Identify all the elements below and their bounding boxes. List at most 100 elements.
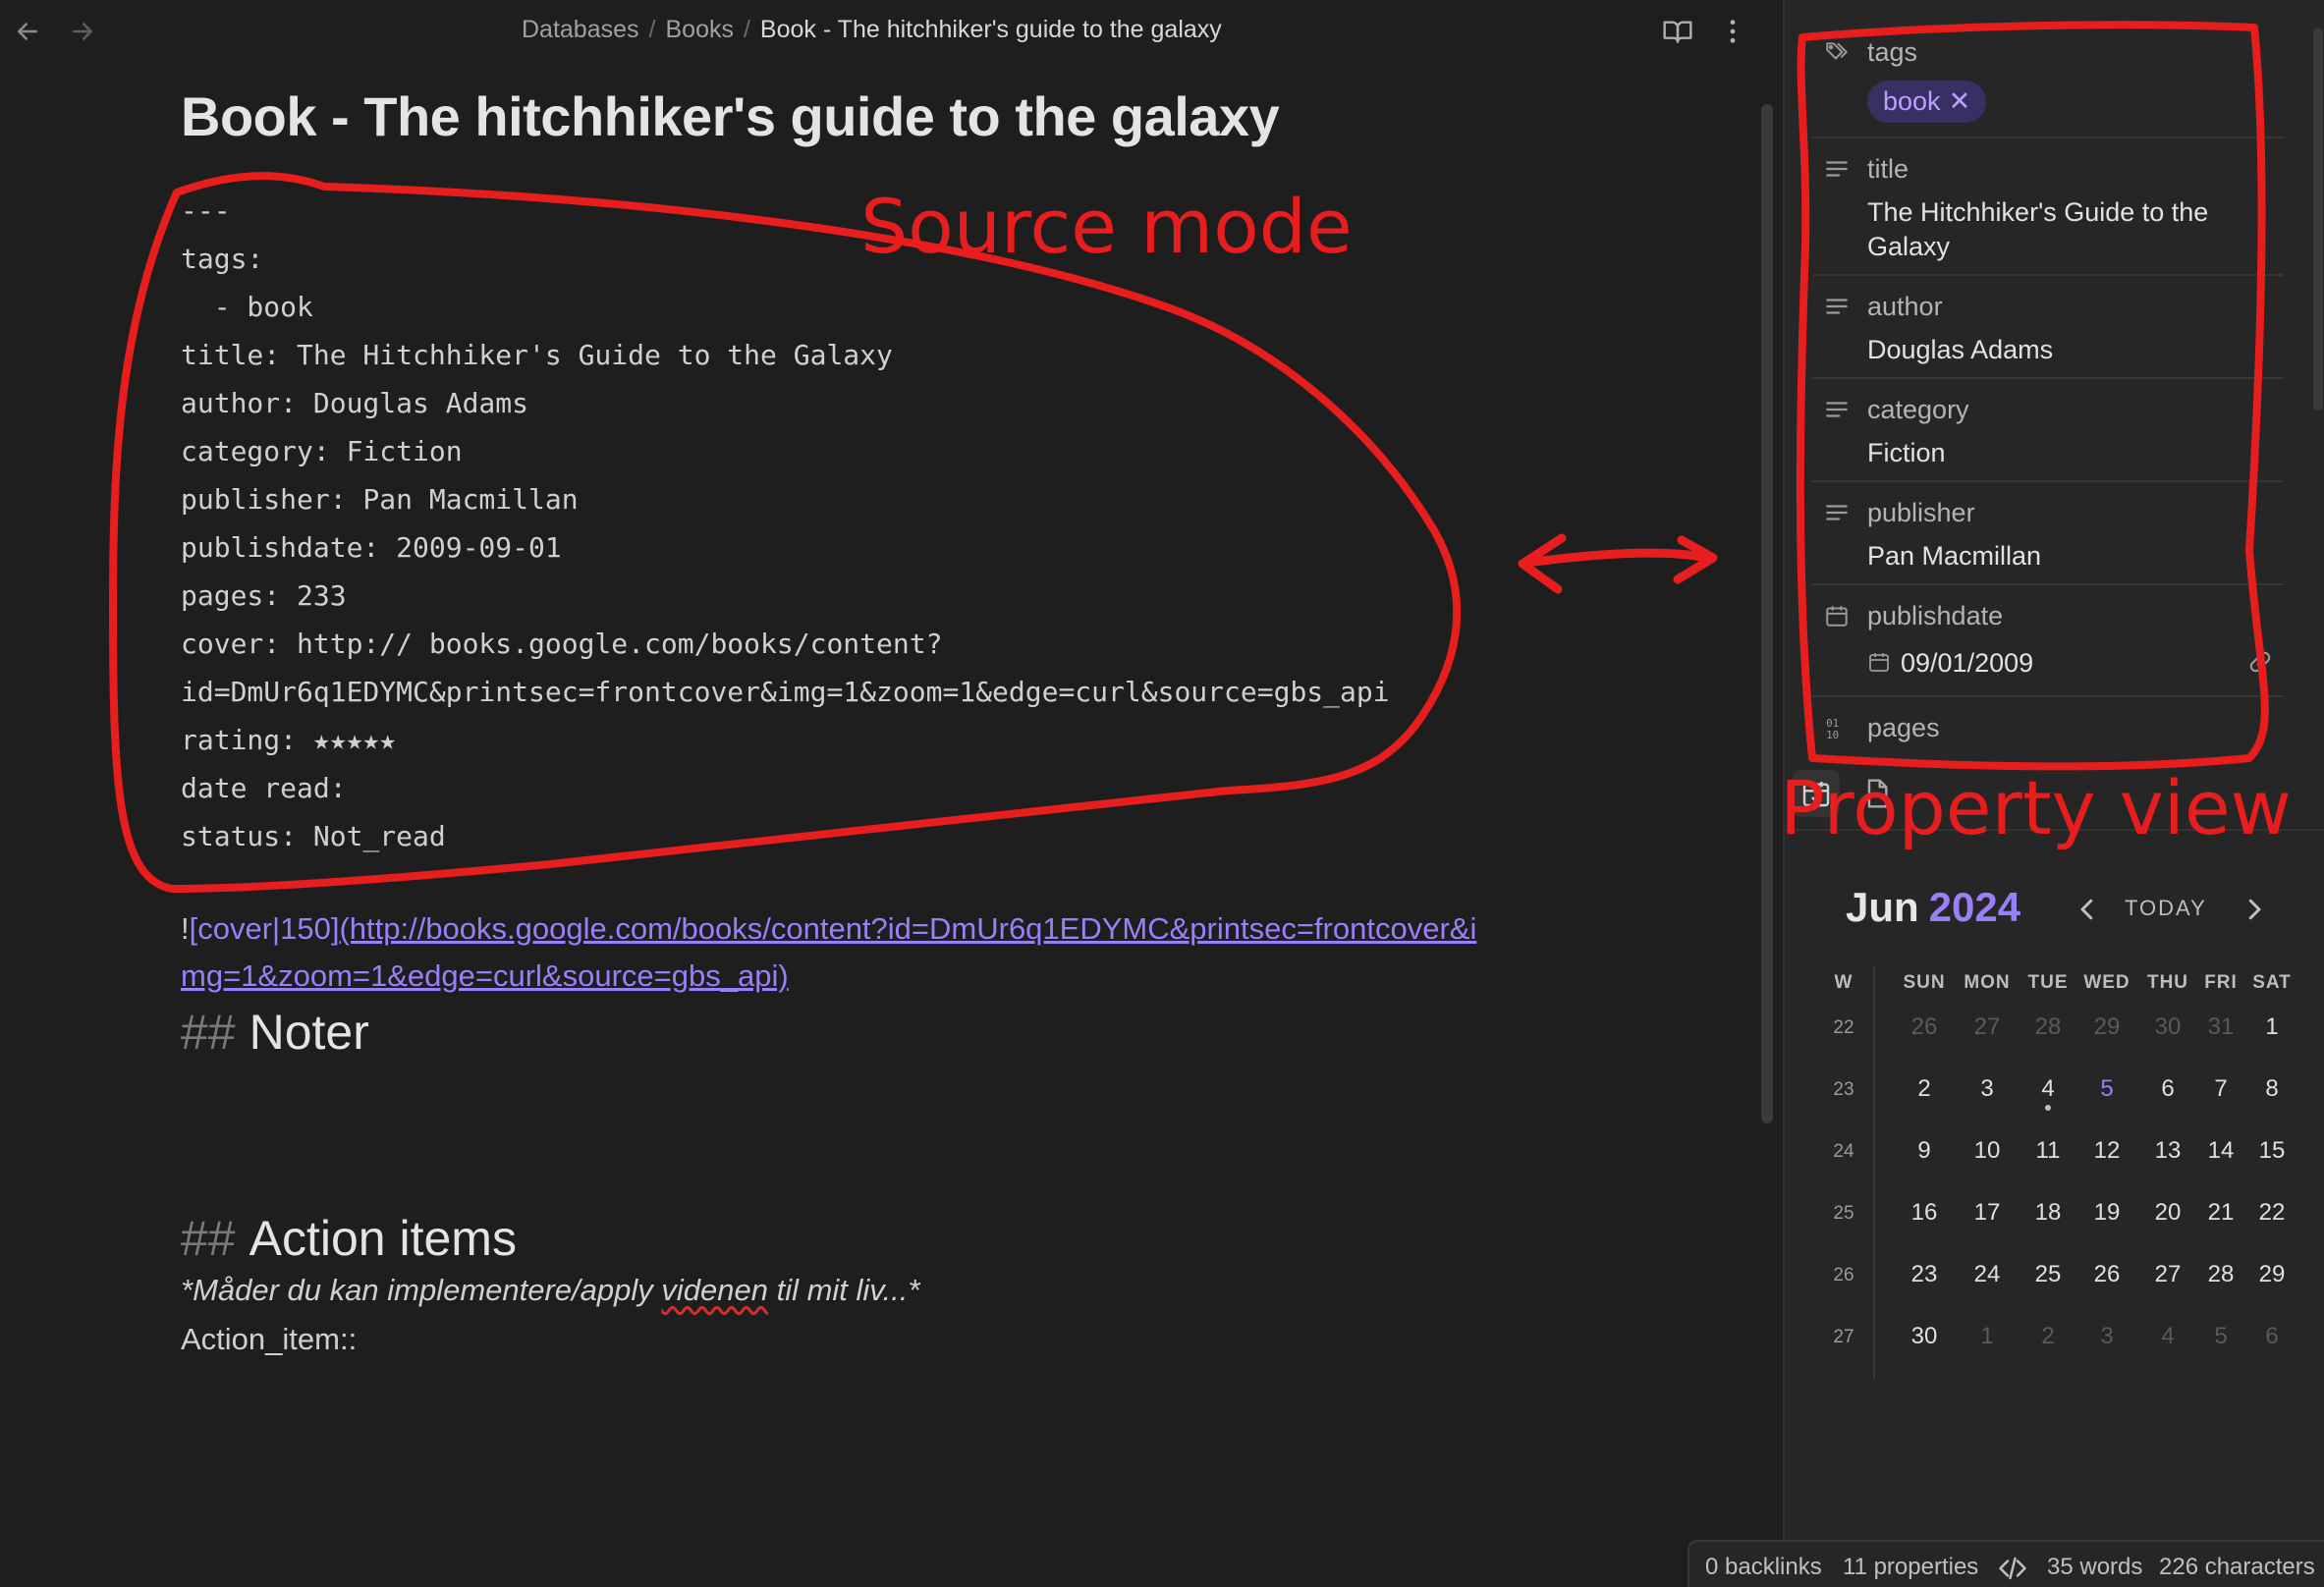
calendar-day[interactable]: 1 (1958, 1323, 2017, 1350)
embed-link-text[interactable]: [cover|150] (190, 911, 340, 946)
frontmatter-line: rating: ★★★★★ (181, 724, 397, 756)
calendar-day[interactable]: 16 (1895, 1199, 1954, 1227)
cover-image-embed[interactable]: ![cover|150](http://books.google.com/boo… (181, 905, 1556, 1000)
calendar-small-icon[interactable] (1867, 650, 1891, 674)
calendar-day[interactable]: 4 (2138, 1323, 2197, 1350)
frontmatter-line: date read: (181, 772, 347, 804)
property-value[interactable]: The Hitchhiker's Guide to the Galaxy (1812, 195, 2284, 274)
calendar-day[interactable]: 28 (2191, 1261, 2250, 1288)
calendar-day[interactable]: 12 (2077, 1137, 2136, 1165)
calendar-day[interactable]: 11 (2019, 1137, 2077, 1165)
property-key[interactable]: category (1812, 385, 2284, 436)
back-arrow-icon[interactable] (8, 12, 47, 51)
calendar-day[interactable]: 24 (1958, 1261, 2017, 1288)
weekday-label: WED (2083, 972, 2130, 993)
property-pages: 01 10 pages (1812, 703, 2284, 754)
calendar-day[interactable]: 13 (2138, 1137, 2197, 1165)
day-number: 6 (2265, 1323, 2279, 1349)
calendar-day[interactable]: 27 (1958, 1013, 2017, 1041)
embed-url-continued[interactable]: mg=1&zoom=1&edge=curl&source=gbs_api) (181, 958, 789, 993)
calendar-day[interactable]: 5 (2077, 1075, 2136, 1103)
calendar-day[interactable]: 20 (2138, 1199, 2197, 1227)
action-item-line[interactable]: Action_item:: (181, 1322, 357, 1357)
day-number: 14 (2207, 1137, 2235, 1164)
reading-view-book-icon[interactable] (1658, 12, 1697, 51)
property-key[interactable]: author (1812, 282, 2284, 333)
property-value[interactable]: Fiction (1812, 436, 2284, 480)
calendar-day[interactable]: 4 (2019, 1075, 2077, 1111)
page-title[interactable]: Book - The hitchhiker's guide to the gal… (181, 84, 1280, 148)
properties-count[interactable]: 11 properties (1843, 1554, 1978, 1581)
property-value[interactable]: book ✕ (1812, 79, 2284, 137)
calendar-day[interactable]: 17 (1958, 1199, 2017, 1227)
source-mode-code-icon[interactable] (1998, 1554, 2027, 1580)
calendar-day[interactable]: 2 (1895, 1075, 1954, 1103)
calendar-day[interactable]: 3 (2077, 1323, 2136, 1350)
calendar-day[interactable]: 1 (2242, 1013, 2301, 1041)
calendar-day[interactable]: 30 (1895, 1323, 1954, 1350)
calendar-day[interactable]: 27 (2138, 1261, 2197, 1288)
property-value[interactable]: 09/01/2009 (1812, 642, 2284, 695)
calendar-day[interactable]: 31 (2191, 1013, 2250, 1041)
calendar-day[interactable]: 6 (2242, 1323, 2301, 1350)
frontmatter-line: publisher: Pan Macmillan (181, 483, 579, 516)
property-value[interactable]: Douglas Adams (1812, 333, 2284, 377)
calendar-day[interactable]: 3 (1958, 1075, 2017, 1103)
property-key[interactable]: publishdate (1812, 591, 2284, 642)
heading-action-items[interactable]: ## Action items (181, 1210, 517, 1267)
calendar-day[interactable]: 8 (2242, 1075, 2301, 1103)
calendar-day[interactable]: 9 (1895, 1137, 1954, 1165)
calendar-day[interactable]: 26 (1895, 1013, 1954, 1041)
today-button[interactable]: TODAY (2125, 896, 2207, 921)
spellcheck-word[interactable]: videnen (661, 1273, 768, 1307)
calendar-day[interactable]: 26 (2077, 1261, 2136, 1288)
property-publisher: publisher Pan Macmillan (1812, 488, 2284, 585)
calendar-day[interactable]: 18 (2019, 1199, 2077, 1227)
calendar-day[interactable]: 19 (2077, 1199, 2136, 1227)
forward-arrow-icon[interactable] (63, 12, 102, 51)
breadcrumb-item-books[interactable]: Books (665, 16, 733, 43)
calendar-day[interactable]: 2 (2019, 1323, 2077, 1350)
backlinks-count[interactable]: 0 backlinks (1705, 1554, 1822, 1581)
frontmatter-source[interactable]: --- tags: - book title: The Hitchhiker's… (181, 187, 1399, 908)
day-number: 24 (1973, 1261, 2001, 1287)
breadcrumb-item-current[interactable]: Book - The hitchhiker's guide to the gal… (760, 16, 1222, 43)
remove-tag-icon[interactable]: ✕ (1949, 86, 1971, 116)
source-mode-annotation: Source mode (860, 183, 1353, 270)
breadcrumb-item-databases[interactable]: Databases (522, 16, 639, 43)
heading-noter[interactable]: ## Noter (181, 1004, 369, 1061)
date-input[interactable]: 09/01/2009 (1867, 642, 2284, 685)
calendar-day[interactable]: 28 (2019, 1013, 2077, 1041)
calendar-day[interactable]: 10 (1958, 1137, 2017, 1165)
frontmatter-line: category: Fiction (181, 435, 463, 467)
property-key[interactable]: tags (1812, 27, 2284, 79)
embed-url[interactable]: (http://books.google.com/books/content?i… (339, 911, 1476, 946)
property-value[interactable]: Pan Macmillan (1812, 539, 2284, 583)
calendar-day[interactable]: 29 (2242, 1261, 2301, 1288)
chevron-right-icon[interactable] (2237, 892, 2272, 927)
more-options-icon[interactable] (1713, 12, 1752, 51)
property-key[interactable]: 01 10 pages (1812, 703, 2284, 754)
editor-scrollbar[interactable] (1761, 104, 1773, 1123)
property-key[interactable]: title (1812, 144, 2284, 195)
calendar-day[interactable]: 23 (1895, 1261, 1954, 1288)
property-key[interactable]: publisher (1812, 488, 2284, 539)
tag-pill[interactable]: book ✕ (1867, 81, 1987, 123)
calendar-day[interactable]: 25 (2019, 1261, 2077, 1288)
weekday-label: SAT (2252, 972, 2292, 993)
calendar-day[interactable]: 29 (2077, 1013, 2136, 1041)
calendar-day[interactable]: 21 (2191, 1199, 2250, 1227)
calendar-day[interactable]: 14 (2191, 1137, 2250, 1165)
calendar-day[interactable]: 22 (2242, 1199, 2301, 1227)
chevron-left-icon[interactable] (2070, 892, 2105, 927)
italic-prompt-line[interactable]: *Måder du kan implementere/apply videnen… (181, 1273, 919, 1308)
calendar-day[interactable]: 15 (2242, 1137, 2301, 1165)
link-icon[interactable] (2246, 648, 2274, 676)
calendar-day[interactable]: 7 (2191, 1075, 2250, 1103)
calendar-day[interactable]: 6 (2138, 1075, 2197, 1103)
calendar-day[interactable]: 30 (2138, 1013, 2197, 1041)
sidebar-scrollbar[interactable] (2313, 27, 2323, 410)
frontmatter-line: title: The Hitchhiker's Guide to the Gal… (181, 339, 893, 371)
calendar-day[interactable]: 5 (2191, 1323, 2250, 1350)
status-bar: 0 backlinks 11 properties 35 words 226 c… (1688, 1540, 2324, 1587)
